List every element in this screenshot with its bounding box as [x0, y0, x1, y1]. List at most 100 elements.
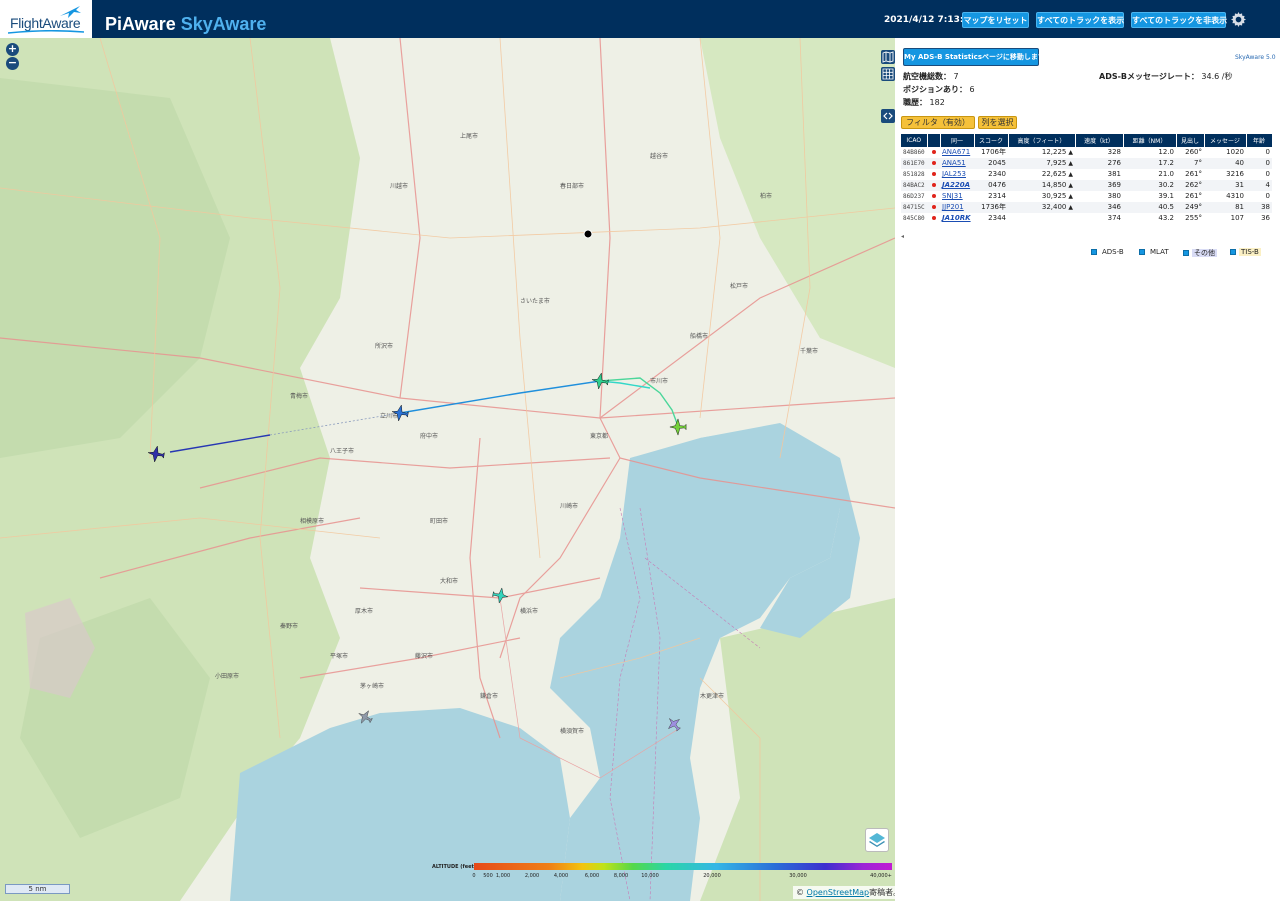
climb-arrow-icon: ▲ [1068, 149, 1073, 156]
aircraft-icon-grey[interactable] [357, 709, 373, 725]
gear-icon[interactable] [1231, 12, 1246, 27]
aircraft-table-body: 84B860 ANA671 1706年 12,225 ▲ 328 12.0 260° 1020 0… [901, 147, 1272, 224]
age-cell: 0 [1246, 158, 1272, 169]
zoom-in-button[interactable]: + [6, 43, 19, 56]
hide-all-tracks-button[interactable]: すべてのトラックを非表示 [1131, 12, 1227, 28]
flight-link[interactable]: ANA671 [942, 148, 970, 156]
logo-swoosh-icon [8, 30, 84, 34]
legend-item-adsb[interactable]: ADS-B [1091, 248, 1126, 256]
grid-icon[interactable] [881, 67, 895, 81]
collapse-sidebar-icon[interactable] [881, 109, 895, 123]
icao-cell: 861E70 [901, 158, 927, 169]
filter-button[interactable]: フィルタ（有効） [901, 116, 975, 129]
col-speed[interactable]: 速度（kt） [1075, 134, 1124, 147]
squawk-cell: 0476 [974, 180, 1008, 191]
flight-link[interactable]: JAL253 [942, 170, 966, 178]
legend-item-mlat[interactable]: MLAT [1139, 248, 1171, 256]
col-flight[interactable]: 同一 [940, 134, 975, 147]
heading-cell: 261° [1185, 170, 1202, 178]
table-row[interactable]: 851828 JAL253 2340 22,625 ▲ 381 21.0 261° 3216 0 [901, 169, 1272, 180]
heading-cell: 7° [1176, 158, 1204, 169]
legend-swatch [1230, 249, 1236, 255]
city-label: 小田原市 [215, 672, 239, 680]
flight-cell: ANA51 [940, 158, 974, 169]
flightaware-logo[interactable]: FlightAware [0, 0, 92, 38]
city-label: さいたま市 [520, 297, 550, 305]
flight-link[interactable]: ANA51 [942, 159, 966, 167]
zoom-out-button[interactable]: − [6, 57, 19, 70]
flight-cell: JA220A [940, 180, 974, 191]
col-icao[interactable]: ICAO [901, 134, 928, 147]
select-columns-button[interactable]: 列を選択 [978, 116, 1017, 129]
col-altitude[interactable]: 高度（フィート） [1008, 134, 1076, 147]
aircraft-icon-teal[interactable] [591, 372, 609, 390]
legend-swatch [1139, 249, 1145, 255]
altitude-value: 22,625 [1041, 170, 1067, 178]
city-label: 所沢市 [375, 342, 393, 350]
heading-cell: 255° [1185, 214, 1202, 222]
reset-map-button[interactable]: マップをリセット [962, 12, 1029, 28]
col-messages[interactable]: メッセージ [1204, 134, 1247, 147]
city-label: 上尾市 [460, 132, 478, 140]
altitude-legend: ALTITUDE (feet) 0 500 1,000 2,000 4,000 … [432, 860, 894, 882]
col-age[interactable]: 年齢 [1246, 134, 1273, 147]
squawk-cell: 2314 [988, 192, 1006, 200]
status-dot-icon [931, 150, 936, 154]
altitude-cell: 14,850 ▲ [1008, 180, 1075, 191]
table-scroll-left-icon[interactable]: ◂ [901, 233, 904, 240]
legend-item-tisb[interactable]: TIS-B [1230, 248, 1261, 256]
altitude-tick: 0 [472, 873, 476, 879]
distance-cell: 40.5 [1123, 202, 1176, 213]
table-row[interactable]: 861E70 ANA51 2045 7,925 ▲ 276 17.2 7° 40 0 [901, 158, 1272, 169]
col-squawk[interactable]: スコーク [974, 134, 1009, 147]
altitude-tick: 4,000 [553, 873, 569, 879]
status-dot-icon [931, 216, 936, 220]
table-row[interactable]: 84715C JJP201 1736年 32,400 ▲ 346 40.5 249° 81 38 [901, 202, 1272, 213]
city-label: 越谷市 [650, 152, 668, 160]
stats-page-button[interactable]: My ADS-B Statisticsページに移動します [903, 48, 1045, 66]
col-distance[interactable]: 距離（NM） [1123, 134, 1177, 147]
logo-text: FlightAware [10, 15, 81, 31]
flight-link[interactable]: JA220A [942, 181, 970, 189]
version-link[interactable]: SkyAware 5.0 [1235, 54, 1276, 61]
flight-link[interactable]: JJP201 [942, 203, 964, 211]
map-view[interactable]: 川越市 さいたま市 所沢市 東京都 横浜市 川崎市 千葉市 八王子市 相模原市 横須賀市 鎌倉市 町田… [0, 38, 895, 901]
aircraft-icon-cyan[interactable] [492, 587, 509, 604]
age-cell: 0 [1265, 148, 1270, 156]
legend-item-other[interactable]: その他 [1183, 248, 1217, 258]
layers-icon[interactable] [865, 828, 889, 852]
table-row[interactable]: 86D237 SNJ31 2314 30,925 ▲ 380 39.1 261° 4310 0 [901, 191, 1272, 202]
table-header-row: ICAO 同一 スコーク 高度（フィート） 速度（kt） 距離（NM） 見出し … [901, 134, 1273, 147]
flight-cell: JJP201 [940, 202, 974, 213]
col-flag[interactable] [927, 134, 941, 147]
climb-arrow-icon: ▲ [1068, 182, 1073, 189]
osm-link[interactable]: OpenStreetMap [807, 888, 870, 897]
table-row[interactable]: 845C80 JA10RK 2344 374 43.2 255° 107 36 [901, 213, 1272, 224]
altitude-value: 30,925 [1041, 192, 1067, 200]
city-label: 木更津市 [700, 692, 724, 700]
altitude-value: 14,850 [1041, 181, 1067, 189]
speed-cell: 380 [1107, 192, 1121, 200]
distance-cell: 39.1 [1158, 192, 1174, 200]
table-row[interactable]: 84BAC2 JA220A 0476 14,850 ▲ 369 30.2 262° 31 4 [901, 180, 1272, 191]
sidebar: My ADS-B Statisticsページに移動します SkyAware 5.… [895, 38, 1280, 901]
message-rate-stat: ADS-Bメッセージレート： 34.6 /秒 [1099, 71, 1232, 82]
altitude-tick: 30,000 [789, 873, 807, 879]
map-type-icon[interactable] [881, 50, 895, 64]
table-row[interactable]: 84B860 ANA671 1706年 12,225 ▲ 328 12.0 260° 1020 0 [901, 147, 1272, 158]
city-label: 横浜市 [520, 607, 538, 615]
show-all-tracks-button[interactable]: すべてのトラックを表示 [1036, 12, 1124, 28]
aircraft-icon-green[interactable] [669, 418, 687, 436]
status-dot-cell [927, 213, 940, 224]
aircraft-icon-navy[interactable] [147, 445, 165, 463]
icao-cell: 84715C [901, 202, 927, 213]
speed-cell: 328 [1107, 148, 1121, 156]
flight-link[interactable]: SNJ31 [942, 192, 963, 200]
flight-link[interactable]: JA10RK [942, 214, 971, 222]
col-heading[interactable]: 見出し [1176, 134, 1205, 147]
aircraft-icon-violet[interactable] [666, 716, 682, 732]
aircraft-icon-blue[interactable] [391, 404, 409, 422]
speed-cell: 381 [1107, 170, 1121, 178]
status-dot-icon [931, 161, 936, 165]
altitude-cell: 12,225 ▲ [1008, 147, 1075, 158]
